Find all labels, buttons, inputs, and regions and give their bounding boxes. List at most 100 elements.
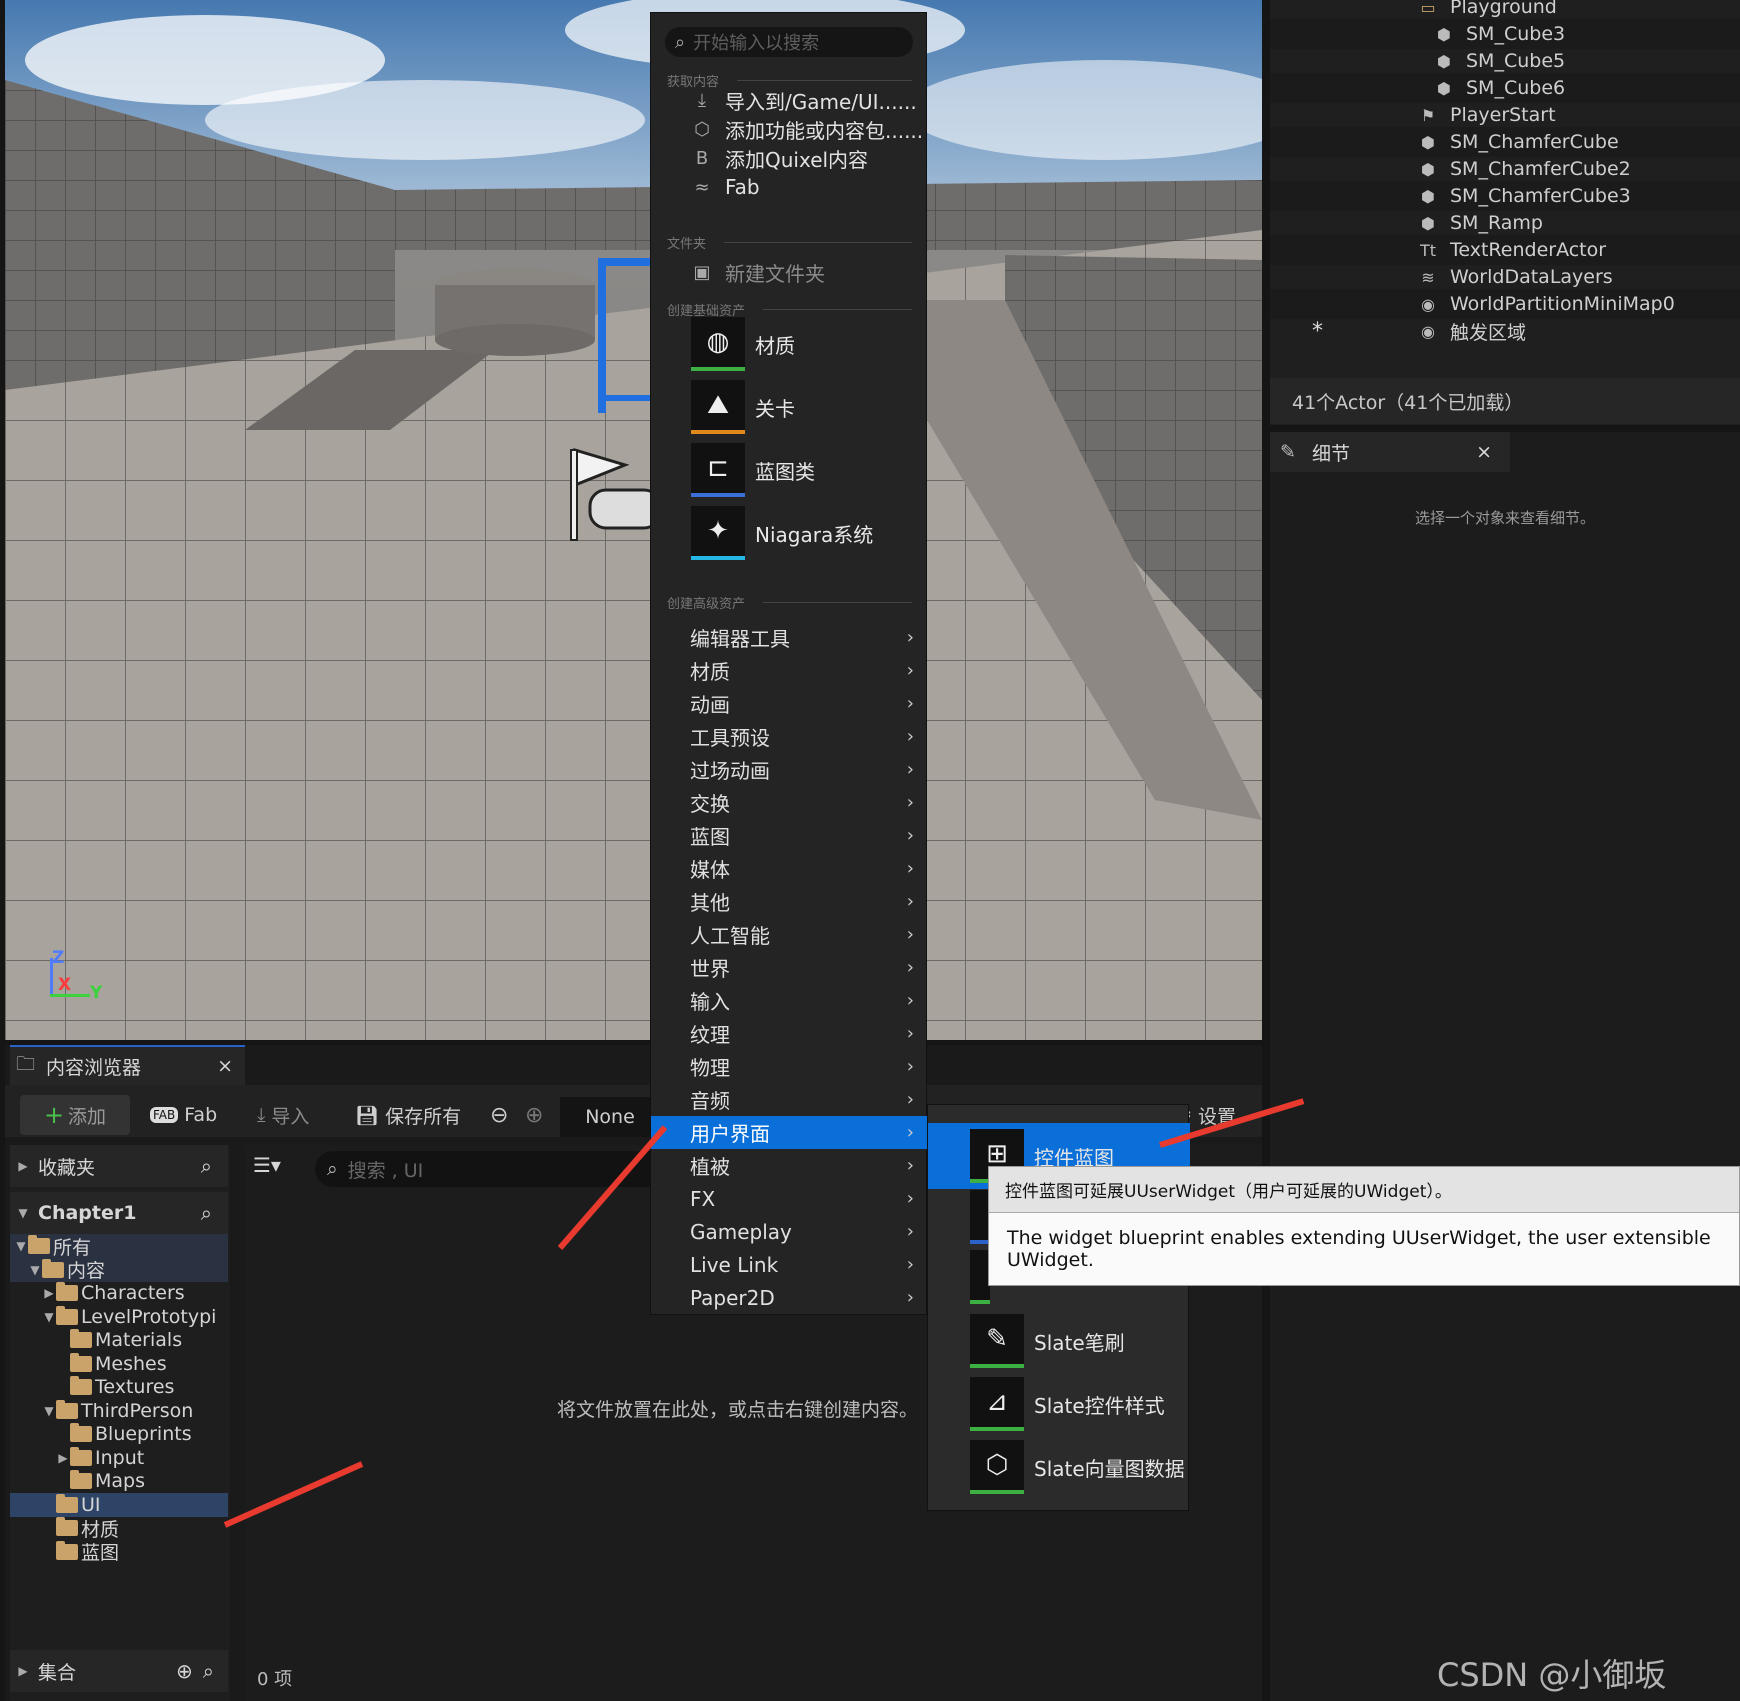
advanced-category-label: 人工智能	[690, 924, 770, 948]
details-tab[interactable]: ✎ 细节 ×	[1270, 432, 1510, 472]
chevron-right-icon: ›	[906, 726, 914, 747]
folder-tree-item[interactable]: ▶ Input	[10, 1446, 228, 1470]
expanded-arrow-icon[interactable]: ▼	[14, 1239, 28, 1253]
advanced-category-item[interactable]: 动画 ›	[651, 687, 928, 720]
advanced-category-item[interactable]: 编辑器工具 ›	[651, 621, 928, 654]
folder-tree-item[interactable]: 材质	[10, 1516, 228, 1541]
outliner-row[interactable]: ⬢ SM_Ramp	[1270, 208, 1740, 238]
basic-asset-item[interactable]: ⛰ 关卡	[691, 378, 795, 436]
advanced-category-item[interactable]: Live Link ›	[651, 1248, 928, 1281]
outliner-row-label: TextRenderActor	[1450, 239, 1607, 261]
advanced-category-item[interactable]: 输入 ›	[651, 984, 928, 1017]
menu-item[interactable]: ⬡ 添加功能或内容包......	[651, 113, 928, 145]
outliner-row[interactable]: ⬢ SM_Cube3	[1270, 19, 1740, 49]
chevron-right-icon: ›	[906, 1287, 914, 1308]
submenu-item-label: Slate控件样式	[1034, 1393, 1165, 1418]
collapsed-arrow-icon[interactable]: ▶	[56, 1451, 70, 1465]
import-button[interactable]: ⤓ 导入	[257, 1095, 309, 1135]
outliner-row[interactable]: Tt TextRenderActor	[1270, 235, 1740, 265]
project-header[interactable]: ▼ Chapter1 ⌕	[10, 1192, 228, 1234]
folder-tree-item[interactable]: Maps	[10, 1469, 228, 1493]
save-all-button[interactable]: 💾︎ 保存所有	[355, 1095, 461, 1135]
advanced-category-item[interactable]: 蓝图 ›	[651, 819, 928, 852]
submenu-item[interactable]: ⬡ Slate向量图数据	[970, 1438, 1185, 1496]
path-breadcrumb[interactable]: None	[560, 1097, 660, 1137]
folder-tree-item[interactable]: Materials	[10, 1328, 228, 1352]
advanced-category-item[interactable]: Gameplay ›	[651, 1215, 928, 1248]
back-button[interactable]: ⊖	[490, 1095, 508, 1135]
search-icon[interactable]: ⌕	[203, 1659, 214, 1683]
outliner-row[interactable]: ⬢ SM_ChamferCube2	[1270, 154, 1740, 184]
folder-tree-item[interactable]: ▼ ThirdPerson	[10, 1399, 228, 1423]
advanced-category-item[interactable]: Paper2D ›	[651, 1281, 928, 1314]
content-browser-tab[interactable]: 🗀 内容浏览器 ×	[10, 1045, 245, 1085]
axis-y-label: Y	[90, 983, 103, 1003]
advanced-category-label: Paper2D	[690, 1285, 775, 1310]
details-close-icon[interactable]: ×	[1476, 441, 1492, 463]
advanced-category-item[interactable]: 音频 ›	[651, 1083, 928, 1116]
expanded-arrow-icon[interactable]: ▼	[42, 1404, 56, 1418]
folder-tree-item[interactable]: Meshes	[10, 1352, 228, 1376]
outliner-row-label: SM_Cube6	[1466, 77, 1566, 99]
outliner-row[interactable]: ⚑ PlayerStart	[1270, 100, 1740, 130]
expanded-arrow-icon[interactable]: ▼	[28, 1263, 42, 1277]
modified-marker: *	[1312, 318, 1323, 344]
collections-header[interactable]: ▶ 集合 ⊕ ⌕	[10, 1650, 228, 1692]
advanced-category-item[interactable]: 物理 ›	[651, 1050, 928, 1083]
advanced-category-item[interactable]: 工具预设 ›	[651, 720, 928, 753]
favorites-header[interactable]: ▶ 收藏夹 ⌕	[10, 1145, 228, 1187]
new-folder-item[interactable]: ▣ 新建文件夹	[651, 256, 928, 288]
advanced-category-item[interactable]: 人工智能 ›	[651, 918, 928, 951]
menu-search-input[interactable]: ⌕ 开始输入以搜索	[665, 27, 913, 57]
submenu-item[interactable]: ✎ Slate笔刷	[970, 1312, 1125, 1370]
expanded-arrow-icon[interactable]: ▼	[42, 1310, 56, 1324]
advanced-category-item[interactable]: 用户界面 ›	[651, 1116, 928, 1149]
folder-tree-item[interactable]: 蓝图	[10, 1540, 228, 1564]
basic-asset-item[interactable]: ⊏ 蓝图类	[691, 441, 815, 499]
advanced-category-item[interactable]: 媒体 ›	[651, 852, 928, 885]
folder-tree-item[interactable]: ▼ LevelPrototypi	[10, 1305, 228, 1329]
outliner-row[interactable]: ⬢ SM_ChamferCube	[1270, 127, 1740, 157]
add-button[interactable]: + 添加	[20, 1095, 130, 1135]
advanced-category-item[interactable]: 植被 ›	[651, 1149, 928, 1182]
folder-tree-item[interactable]: ▶ Characters	[10, 1281, 228, 1305]
outliner-row[interactable]: ⬢ SM_Cube6	[1270, 73, 1740, 103]
advanced-category-item[interactable]: 交换 ›	[651, 786, 928, 819]
outliner-row-label: WorldPartitionMiniMap0	[1450, 293, 1675, 315]
content-browser-close-icon[interactable]: ×	[217, 1055, 233, 1077]
basic-asset-item[interactable]: ◍ 材质	[691, 315, 795, 373]
search-icon[interactable]: ⌕	[201, 1154, 212, 1178]
outliner-row[interactable]: ◉ WorldPartitionMiniMap0	[1270, 289, 1740, 319]
advanced-category-item[interactable]: 材质 ›	[651, 654, 928, 687]
outliner-row[interactable]: ≋ WorldDataLayers	[1270, 262, 1740, 292]
menu-item[interactable]: ⤓ 导入到/Game/UI......	[651, 84, 928, 116]
outliner-row[interactable]: ⬢ SM_ChamferCube3	[1270, 181, 1740, 211]
advanced-category-item[interactable]: 过场动画 ›	[651, 753, 928, 786]
submenu-item[interactable]: ⊿ Slate控件样式	[970, 1375, 1165, 1433]
folder-tree-item[interactable]: UI	[10, 1492, 228, 1517]
forward-button[interactable]: ⊕	[525, 1095, 543, 1135]
level-viewport[interactable]: Z X Y	[5, 0, 1262, 1040]
advanced-category-item[interactable]: FX ›	[651, 1182, 928, 1215]
outliner-row[interactable]: * ◉ 触发区域	[1270, 316, 1740, 346]
folder-tree-item[interactable]: ▼ 所有	[10, 1234, 228, 1259]
basic-asset-item[interactable]: ✦ Niagara系统	[691, 504, 873, 562]
advanced-category-item[interactable]: 纹理 ›	[651, 1017, 928, 1050]
collapsed-arrow-icon[interactable]: ▶	[42, 1286, 56, 1300]
outliner-row-label: SM_ChamferCube2	[1450, 158, 1631, 180]
folder-icon	[70, 1423, 92, 1442]
fab-button-label: Fab	[184, 1104, 218, 1126]
filter-icon[interactable]: ☰▾	[253, 1153, 281, 1177]
folder-tree-item[interactable]: Textures	[10, 1375, 228, 1399]
folder-tree-item[interactable]: Blueprints	[10, 1422, 228, 1446]
add-collection-icon[interactable]: ⊕	[176, 1659, 193, 1683]
search-icon[interactable]: ⌕	[201, 1201, 212, 1225]
advanced-category-item[interactable]: 世界 ›	[651, 951, 928, 984]
advanced-category-item[interactable]: 其他 ›	[651, 885, 928, 918]
folder-tree-item[interactable]: ▼ 内容	[10, 1257, 228, 1282]
outliner-row[interactable]: ⬢ SM_Cube5	[1270, 46, 1740, 76]
fab-button[interactable]: FAB Fab	[150, 1095, 217, 1135]
axis-gizmo	[50, 958, 53, 996]
menu-item[interactable]: ≈ Fab	[651, 171, 928, 203]
menu-item[interactable]: B 添加Quixel内容	[651, 142, 928, 174]
